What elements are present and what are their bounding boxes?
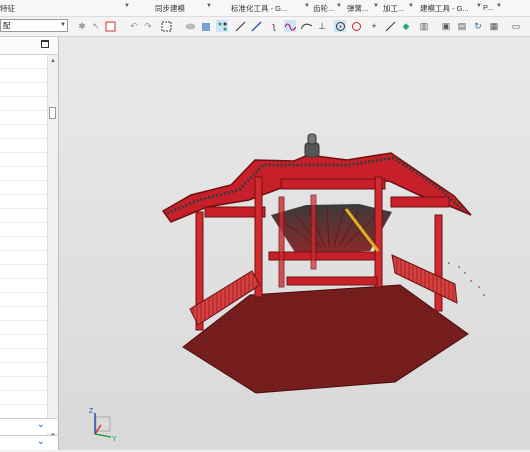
- type-filter-value: 配: [3, 21, 11, 30]
- selection-toolbar: 配 ▼ ✱ ↖ ↶ ↷ ʅ ⊥ + ◆ ▥ ▣ ▤ ↻ ▦ ▭: [0, 17, 530, 37]
- chevron-down-icon[interactable]: ▼: [60, 20, 66, 31]
- plus-icon[interactable]: +: [368, 20, 380, 32]
- rect-select-icon[interactable]: [160, 20, 172, 32]
- tree-row[interactable]: [0, 377, 48, 391]
- tree-row[interactable]: [0, 69, 48, 83]
- tree-row[interactable]: [0, 111, 48, 125]
- box-select-icon[interactable]: [104, 20, 116, 32]
- measure-icon[interactable]: ◆: [400, 20, 412, 32]
- chevron-down-icon[interactable]: ▼: [336, 3, 342, 9]
- select-icon[interactable]: ↖: [90, 20, 102, 32]
- ribbon-group-gear[interactable]: 齿轮...: [313, 3, 334, 14]
- grid-icon[interactable]: [216, 20, 228, 32]
- roof-finial: [304, 133, 320, 158]
- scroll-up-icon[interactable]: ▲: [50, 58, 56, 64]
- vertical-scrollbar[interactable]: ▲ ▼: [47, 55, 58, 441]
- navigator-rows: [0, 55, 48, 411]
- coordinate-triad: Z Y: [89, 408, 117, 443]
- chevron-down-icon[interactable]: ⌄: [37, 436, 45, 447]
- refresh-icon[interactable]: ↻: [472, 20, 484, 32]
- tree-row[interactable]: [0, 265, 48, 279]
- tree-row[interactable]: [0, 279, 48, 293]
- view-settings-icon[interactable]: ▤: [456, 20, 468, 32]
- tree-row[interactable]: [0, 335, 48, 349]
- snap-icon[interactable]: ✱: [76, 20, 88, 32]
- chevron-down-icon[interactable]: ▼: [206, 3, 212, 9]
- ribbon-group-standard-tools[interactable]: 标准化工具 - G...: [231, 3, 287, 14]
- preview-section-header[interactable]: ⌄: [0, 435, 57, 450]
- graphics-viewport[interactable]: Z Y: [59, 37, 530, 450]
- circle-icon[interactable]: [350, 20, 362, 32]
- undo-icon[interactable]: ↶: [128, 20, 140, 32]
- ribbon-group-feature[interactable]: 特征: [0, 3, 15, 14]
- chevron-down-icon[interactable]: ▼: [476, 3, 482, 9]
- tree-row[interactable]: [0, 97, 48, 111]
- tree-row[interactable]: [0, 209, 48, 223]
- chevron-down-icon[interactable]: ▼: [408, 3, 414, 9]
- redo-icon[interactable]: ↷: [142, 20, 154, 32]
- tree-row[interactable]: [0, 139, 48, 153]
- pen-icon[interactable]: [250, 20, 262, 32]
- chevron-down-icon[interactable]: ▼: [304, 3, 310, 9]
- chevron-down-icon[interactable]: ▼: [124, 3, 130, 9]
- render-icon[interactable]: ▣: [440, 20, 452, 32]
- chevron-down-icon[interactable]: ⌄: [37, 419, 45, 430]
- tree-row[interactable]: [0, 251, 48, 265]
- tree-row[interactable]: [0, 195, 48, 209]
- tree-row[interactable]: [0, 223, 48, 237]
- tree-row[interactable]: [0, 391, 48, 405]
- line-icon[interactable]: [234, 20, 246, 32]
- chevron-down-icon[interactable]: ▼: [373, 3, 379, 9]
- panel-header: [0, 37, 58, 55]
- type-filter-select[interactable]: 配 ▼: [0, 19, 68, 32]
- ribbon-group-modeling-tools[interactable]: 建模工具 - G...: [420, 3, 469, 14]
- details-section-header[interactable]: ⌄: [0, 418, 57, 433]
- wave-icon[interactable]: [284, 20, 296, 32]
- tree-row[interactable]: [0, 349, 48, 363]
- tree-row[interactable]: [0, 83, 48, 97]
- axis-z-label: Z: [89, 408, 94, 415]
- tree-row[interactable]: [0, 237, 48, 251]
- tree-row[interactable]: [0, 363, 48, 377]
- shade-icon[interactable]: [200, 20, 212, 32]
- chevron-down-icon[interactable]: ▼: [496, 3, 502, 9]
- display-icon[interactable]: ▦: [488, 20, 500, 32]
- pavilion-model[interactable]: Z Y: [59, 37, 530, 450]
- tree-row[interactable]: [0, 293, 48, 307]
- scroll-thumb[interactable]: [49, 107, 56, 119]
- tree-row[interactable]: [0, 307, 48, 321]
- ribbon-group-bar: 特征 ▼ 同步建模 ▼ 标准化工具 - G... ▼ 齿轮... ▼ 弹簧...…: [0, 0, 530, 17]
- curve-icon[interactable]: ʅ: [268, 20, 280, 32]
- tree-row[interactable]: [0, 167, 48, 181]
- ribbon-group-p[interactable]: P...: [483, 3, 493, 12]
- tree-row[interactable]: [0, 55, 48, 69]
- tree-row[interactable]: [0, 153, 48, 167]
- ribbon-group-machining[interactable]: 加工...: [383, 3, 404, 14]
- more-icon[interactable]: ▭: [510, 20, 522, 32]
- spline-icon[interactable]: [300, 20, 312, 32]
- edit-line-icon[interactable]: [384, 20, 396, 32]
- layer-icon[interactable]: ▥: [418, 20, 430, 32]
- tree-row[interactable]: [0, 321, 48, 335]
- maximize-icon[interactable]: [41, 40, 49, 48]
- tree-row[interactable]: [0, 181, 48, 195]
- axis-y-label: Y: [112, 436, 117, 443]
- ribbon-group-spring[interactable]: 弹簧...: [347, 3, 368, 14]
- part-navigator: ▲ ▼ ◀ ▶ ⌄ ⌄: [0, 37, 59, 452]
- circle-point-icon[interactable]: [334, 20, 346, 32]
- tree-row[interactable]: [0, 125, 48, 139]
- tangent-icon[interactable]: ⊥: [316, 20, 328, 32]
- view-icon[interactable]: [184, 20, 196, 32]
- ribbon-group-sync-modeling[interactable]: 同步建模: [155, 3, 185, 14]
